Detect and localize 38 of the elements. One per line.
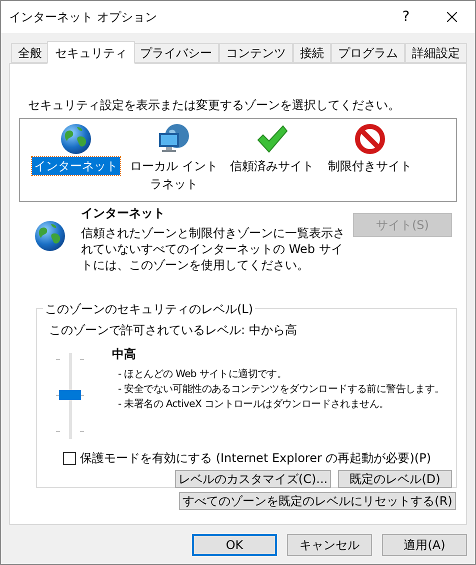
level-name: 中高: [112, 346, 137, 363]
tab[interactable]: コンテンツ: [219, 43, 293, 63]
allowed-level-text: このゾーンで許可されているレベル: 中から高: [49, 322, 298, 339]
group-legend: このゾーンのセキュリティのレベル(L): [43, 300, 256, 318]
zone-title: インターネット: [81, 205, 166, 222]
globe-icon: [34, 220, 66, 252]
window-title: インターネット オプション: [9, 9, 158, 26]
protected-mode-label: 保護モードを有効にする (Internet Explorer の再起動が必要)(P): [80, 450, 432, 467]
slider-thumb[interactable]: [59, 390, 81, 400]
zone-prompt: セキュリティ設定を表示または変更するゾーンを選択してください。: [28, 97, 401, 114]
prohibited-icon: [354, 123, 386, 155]
help-button[interactable]: ?: [383, 6, 429, 28]
reset-zones-button[interactable]: すべてのゾーンを既定のレベルにリセットする(R): [179, 492, 456, 510]
tab[interactable]: プライバシー: [133, 43, 219, 63]
checkmark-icon: [256, 123, 288, 155]
dialog-button[interactable]: OK: [192, 534, 277, 556]
zone-item[interactable]: ローカル イントラネット: [126, 157, 222, 193]
zone-item[interactable]: 信頼済みサイト: [228, 157, 316, 175]
tab[interactable]: 詳細設定: [405, 43, 467, 63]
tab[interactable]: 全般: [11, 43, 49, 63]
zone-item[interactable]: 制限付きサイト: [326, 157, 414, 175]
level-description: - ほとんどの Web サイトに適切です。: [118, 368, 288, 382]
computer-globe-icon: [157, 123, 191, 155]
tab[interactable]: セキュリティ: [47, 41, 135, 64]
level-description: - 未署名の ActiveX コントロールはダウンロードされません。: [118, 398, 390, 412]
level-description: - 安全でない可能性のあるコンテンツをダウンロードする前に警告します。: [118, 382, 444, 397]
tab[interactable]: 接続: [293, 43, 331, 63]
globe-icon: [60, 123, 92, 155]
tab[interactable]: プログラム: [331, 43, 405, 63]
dialog-button[interactable]: 適用(A): [382, 534, 467, 556]
close-icon[interactable]: [447, 12, 457, 22]
zone-description: 信頼されたゾーンと制限付きゾーンに一覧表示されていないすべてのインターネットの Web サイトには、このゾーンを使用してください。: [81, 225, 346, 273]
dialog-button[interactable]: キャンセル: [287, 534, 372, 556]
level-button[interactable]: 既定のレベル(D): [338, 470, 452, 488]
protected-mode-checkbox[interactable]: [63, 452, 76, 464]
zone-item[interactable]: インターネット: [32, 157, 120, 175]
level-button[interactable]: レベルのカスタマイズ(C)...: [175, 470, 331, 488]
level-slider[interactable]: [56, 353, 84, 439]
